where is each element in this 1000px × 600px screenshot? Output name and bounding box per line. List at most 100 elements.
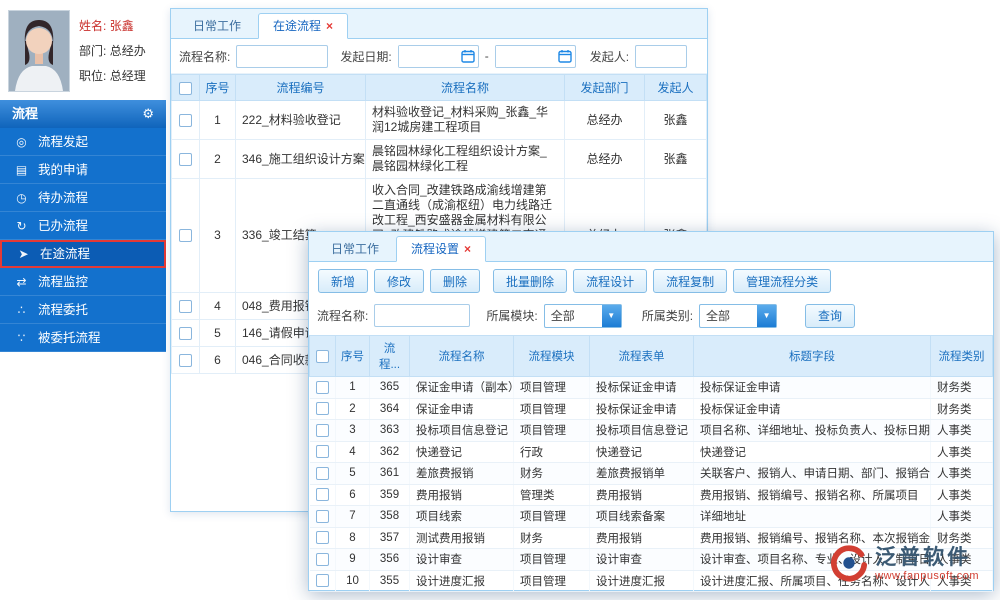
col-header-num[interactable]: 序号 (199, 74, 236, 101)
row-checkbox[interactable] (315, 488, 329, 502)
col-header-id[interactable]: 流程... (369, 335, 410, 377)
row-checkbox[interactable] (315, 574, 329, 588)
row-checkbox[interactable] (179, 113, 192, 127)
col-header-category[interactable]: 流程类别 (930, 335, 993, 377)
row-num: 5 (335, 462, 370, 485)
col-header-module[interactable]: 流程模块 (513, 335, 590, 377)
tab-label: 在途流程 (273, 19, 322, 33)
row-module: 项目管理 (513, 570, 590, 592)
toolbar-button[interactable]: 删除 (430, 269, 481, 293)
col-header-initiator[interactable]: 发起人 (644, 74, 707, 101)
table-row[interactable]: 2 346_施工组织设计方案申请 晨铭园林绿化工程组织设计方案_晨铭园林绿化工程… (171, 139, 707, 179)
toolbar-button[interactable]: 新增 (318, 269, 369, 293)
table-row[interactable]: 7 358 项目线索 项目管理 项目线索备案 详细地址 人事类 (309, 505, 993, 528)
col-header-name[interactable]: 流程名称 (365, 74, 565, 101)
sidebar-item[interactable]: ➤ 在途流程 (0, 240, 166, 268)
row-checkbox[interactable] (315, 509, 329, 523)
row-checkbox[interactable] (315, 552, 329, 566)
row-category: 人事类 (930, 441, 993, 463)
row-code: 346_施工组织设计方案申请 (235, 139, 366, 179)
tab[interactable]: 流程设置 × (396, 236, 487, 262)
col-header-form[interactable]: 流程表单 (589, 335, 694, 377)
process-name-input[interactable] (374, 304, 471, 327)
sidebar-item[interactable]: ⇄ 流程监控 (0, 268, 166, 296)
tab[interactable]: 日常工作 (179, 13, 255, 39)
sidebar-item[interactable]: ▤ 我的申请 (0, 156, 166, 184)
toolbar-button[interactable]: 修改 (374, 269, 425, 293)
col-header-dept[interactable]: 发起部门 (564, 74, 645, 101)
sidebar-item[interactable]: ◷ 待办流程 (0, 184, 166, 212)
table-row[interactable]: 1 365 保证金申请（副本） 项目管理 投标保证金申请 投标保证金申请 财务类 (309, 376, 993, 399)
row-checkbox-cell (309, 484, 336, 506)
row-checkbox[interactable] (179, 152, 192, 166)
tab-close-icon[interactable]: × (326, 20, 333, 32)
start-date-from-input[interactable] (398, 45, 461, 67)
row-checkbox-cell (171, 346, 200, 374)
table-row[interactable]: 3 363 投标项目信息登记 项目管理 投标项目信息登记 项目名称、详细地址、投… (309, 419, 993, 442)
row-checkbox[interactable] (179, 326, 192, 340)
col-header-num[interactable]: 序号 (335, 335, 370, 377)
select-all-checkbox[interactable] (316, 349, 329, 363)
row-checkbox[interactable] (179, 299, 192, 313)
row-checkbox-cell (309, 462, 336, 485)
row-checkbox[interactable] (315, 380, 329, 394)
category-select[interactable]: 全部 ▼ (699, 303, 778, 328)
sidebar-item[interactable]: ∴ 流程委托 (0, 296, 166, 324)
module-select[interactable]: 全部 ▼ (543, 303, 622, 328)
col-header-code[interactable]: 流程编号 (235, 74, 366, 101)
sidebar-item-icon: ➤ (18, 247, 29, 261)
tab-close-icon[interactable]: × (464, 243, 471, 255)
sidebar-item[interactable]: ◎ 流程发起 (0, 128, 166, 156)
table-row[interactable]: 4 362 快递登记 行政 快递登记 快递登记 人事类 (309, 441, 993, 463)
sidebar-item[interactable]: ↻ 已办流程 (0, 212, 166, 240)
table-row[interactable]: 1 222_材料验收登记 材料验收登记_材料采购_张鑫_华润12城房建工程项目 … (171, 100, 707, 140)
row-checkbox[interactable] (315, 423, 329, 437)
table-row[interactable]: 6 359 费用报销 管理类 费用报销 费用报销、报销编号、报销名称、所属项目 … (309, 484, 993, 506)
toolbar-button[interactable]: 管理流程分类 (733, 269, 832, 293)
row-checkbox[interactable] (315, 402, 329, 416)
row-checkbox[interactable] (179, 353, 192, 367)
select-all-checkbox[interactable] (179, 81, 192, 95)
start-date-to-input[interactable] (495, 45, 558, 67)
sidebar-item-label: 被委托流程 (38, 330, 101, 345)
initiator-input[interactable] (635, 44, 688, 68)
row-category: 人事类 (930, 484, 993, 506)
toolbar-button[interactable]: 批量删除 (493, 269, 568, 293)
search-button[interactable]: 查询 (805, 303, 856, 328)
category-select-value: 全部 (706, 309, 731, 323)
chevron-down-icon[interactable]: ▼ (757, 304, 777, 327)
row-num: 3 (199, 178, 236, 293)
vendor-brand: 泛普软件 (875, 546, 972, 570)
row-title-field: 投标保证金申请 (693, 398, 931, 420)
row-checkbox[interactable] (315, 531, 329, 545)
toolbar-group-primary: 新增 修改 删除 (318, 269, 481, 293)
module-label: 所属模块: (486, 309, 538, 323)
row-category: 财务类 (930, 398, 993, 420)
toolbar-button[interactable]: 流程复制 (653, 269, 728, 293)
calendar-icon[interactable] (557, 49, 572, 63)
chevron-down-icon[interactable]: ▼ (601, 304, 621, 327)
calendar-icon[interactable] (460, 49, 475, 63)
gear-icon[interactable]: ⚙ (142, 100, 154, 128)
row-checkbox[interactable] (315, 466, 329, 480)
row-checkbox[interactable] (315, 445, 329, 459)
row-category: 人事类 (930, 419, 993, 442)
row-checkbox[interactable] (179, 229, 192, 243)
tab[interactable]: 在途流程 × (258, 13, 349, 39)
row-checkbox-cell (171, 319, 200, 347)
user-profile: 姓名: 张鑫 部门: 总经办 职位: 总经理 (8, 10, 166, 96)
col-header-name[interactable]: 流程名称 (409, 335, 514, 377)
table-row[interactable]: 5 361 差旅费报销 财务 差旅费报销单 关联客户、报销人、申请日期、部门、报… (309, 462, 993, 485)
table-row[interactable]: 2 364 保证金申请 项目管理 投标保证金申请 投标保证金申请 财务类 (309, 398, 993, 420)
process-name-input[interactable] (236, 44, 329, 68)
col-header-title-field[interactable]: 标题字段 (693, 335, 931, 377)
title-label: 职位: (79, 69, 107, 83)
row-name: 费用报销 (409, 484, 514, 506)
sidebar-item[interactable]: ∵ 被委托流程 (0, 324, 166, 352)
row-name: 测试费用报销 (409, 527, 514, 549)
toolbar-button[interactable]: 流程设计 (573, 269, 648, 293)
tab[interactable]: 日常工作 (317, 236, 393, 262)
table-header-row: 序号 流程... 流程名称 流程模块 流程表单 标题字段 流程类别 (309, 335, 993, 377)
row-name: 保证金申请（副本） (409, 376, 514, 399)
tab-label: 流程设置 (411, 242, 460, 256)
